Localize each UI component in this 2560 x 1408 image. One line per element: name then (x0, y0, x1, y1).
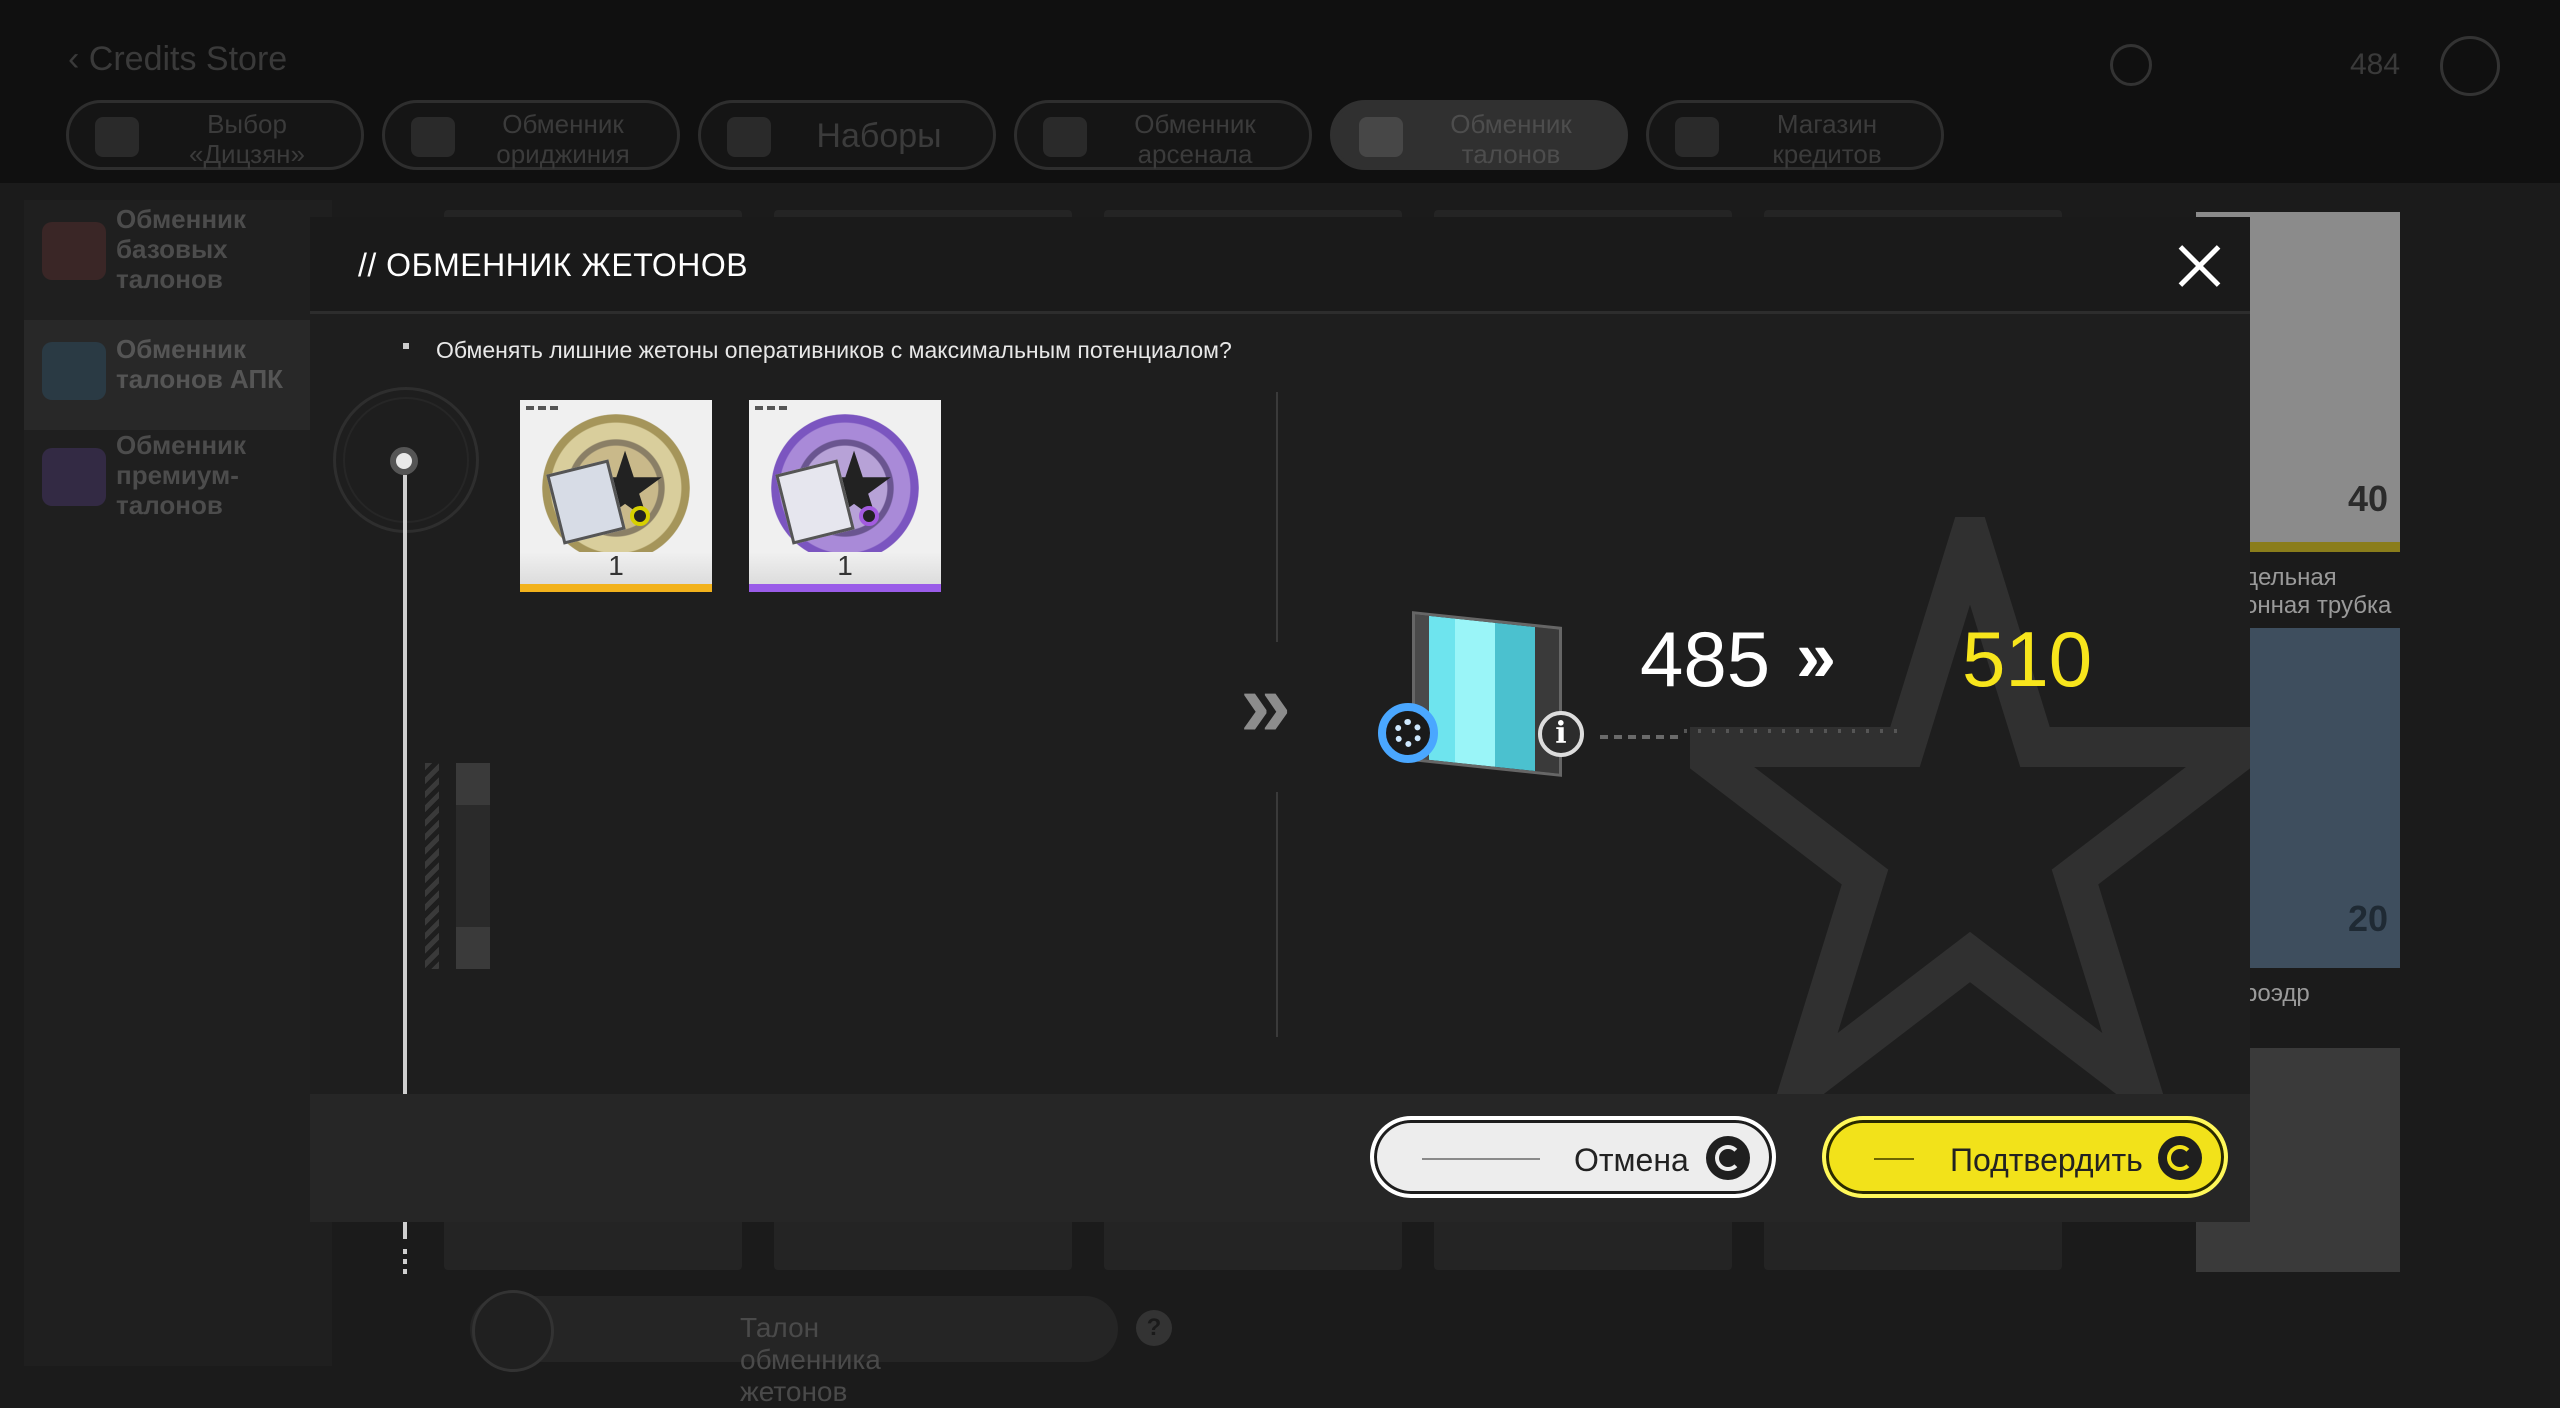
tab-label: Обменник талонов (1450, 109, 1572, 169)
operator-token-item[interactable]: ★ 1 (520, 400, 712, 592)
track-dots (403, 1249, 407, 1279)
double-chevron-icon: » (1240, 654, 1291, 756)
count-underline (1600, 735, 1684, 739)
star-emblem-icon (472, 1290, 554, 1372)
count-arrow-icon: » (1796, 617, 1837, 697)
currency-value: 484 (2350, 48, 2401, 81)
sidebar-item-label: Обменник талонов АПК (116, 334, 284, 394)
current-ticket-count: 485 (1640, 615, 1771, 703)
avatar[interactable] (2440, 36, 2500, 96)
coin-icon (2110, 44, 2152, 86)
cancel-label: Отмена (1574, 1142, 1689, 1178)
tab-bundles[interactable]: Наборы (698, 100, 996, 170)
sidebar-item-label: Обменник премиум-талонов (116, 430, 247, 520)
scroll-block-decoration (456, 763, 490, 969)
cancel-button[interactable]: Отмена (1370, 1116, 1776, 1198)
rarity-bar (749, 584, 941, 592)
crossed-swords-icon (1043, 117, 1087, 157)
confirm-button[interactable]: Подтвердить (1822, 1116, 2228, 1198)
scroll-block-top (456, 763, 490, 805)
sidebar-item-label: Обменник базовых талонов (116, 204, 247, 294)
bullet-icon (403, 343, 409, 349)
new-ticket-count: 510 (1962, 615, 2093, 703)
card-price: 40 (2347, 478, 2388, 519)
panel-divider (1276, 392, 1278, 642)
thumb-icon (95, 117, 139, 157)
token-exchange-ticket-icon (1378, 601, 1572, 781)
card-price: 20 (2347, 898, 2388, 939)
card-header-dashes (755, 406, 789, 410)
token-ticket-label: Талон обменника жетонов (740, 1312, 881, 1407)
dialog-title: // ОБМЕННИК ЖЕТОНОВ (358, 247, 749, 283)
ticket-badge-icon (1378, 703, 1438, 763)
info-icon[interactable]: i (1538, 711, 1584, 757)
confirm-label: Подтвердить (1950, 1142, 2143, 1178)
basket-icon (1359, 117, 1403, 157)
star-watermark-icon (1690, 517, 2250, 1117)
dialog-footer: Отмена Подтвердить (310, 1094, 2250, 1222)
operator-token-item[interactable]: ★ 1 (749, 400, 941, 592)
tab-label: Обменник арсенала (1134, 109, 1256, 169)
help-icon[interactable]: ? (1136, 1310, 1172, 1346)
panel-divider (1276, 792, 1278, 1037)
sidebar-item-basic-tickets[interactable]: Обменник базовых талонов (24, 200, 332, 310)
exchange-question: Обменять лишние жетоны оперативников с м… (436, 337, 1232, 363)
confirm-key-icon (2158, 1136, 2202, 1180)
premium-ticket-icon (42, 448, 106, 506)
sidebar-item-premium-tickets[interactable]: Обменник премиум-талонов (24, 426, 332, 536)
button-line-decoration (1422, 1158, 1540, 1160)
scroll-block-bottom (456, 927, 490, 969)
token-exchange-dialog: // ОБМЕННИК ЖЕТОНОВ Обменять лишние жето… (310, 217, 2250, 1279)
card-name: ...дельная ...онная трубка (2224, 564, 2392, 619)
tab-credits[interactable]: Магазин кредитов (1646, 100, 1944, 170)
tab-label: Магазин кредитов (1772, 109, 1882, 169)
bundle-icon (727, 117, 771, 157)
scroll-knob[interactable] (390, 447, 418, 475)
back-title[interactable]: ‹ Credits Store (68, 40, 287, 79)
tab-label: Обменник ориджиния (496, 109, 630, 169)
tab-label: Наборы (816, 117, 942, 155)
item-quantity: 1 (608, 550, 624, 581)
count-dots-decoration (1684, 729, 1904, 733)
sidebar: Обменник базовых талонов Обменник талоно… (24, 200, 332, 1366)
tab-dijiang[interactable]: Выбор «Дицзян» (66, 100, 364, 170)
credits-icon (1675, 117, 1719, 157)
button-line-decoration (1874, 1158, 1914, 1160)
tab-tickets[interactable]: Обменник талонов (1330, 100, 1628, 170)
tab-arsenal[interactable]: Обменник арсенала (1014, 100, 1312, 170)
app-title: Credits Store (88, 40, 288, 78)
gem-icon (630, 506, 650, 526)
sidebar-item-apc-tickets[interactable]: Обменник талонов АПК (24, 320, 332, 430)
gem-icon (859, 506, 879, 526)
card-header-dashes (526, 406, 560, 410)
currency-display: 484 (2110, 44, 2450, 86)
apc-ticket-icon (42, 342, 106, 400)
dialog-header: // ОБМЕННИК ЖЕТОНОВ (310, 217, 2250, 314)
tab-label: Выбор «Дицзян» (188, 109, 305, 169)
tab-originium[interactable]: Обменник ориджиния (382, 100, 680, 170)
ticket-canister (1412, 611, 1562, 777)
close-icon[interactable] (2176, 243, 2222, 289)
hatch-decoration (425, 763, 439, 969)
basic-ticket-icon (42, 222, 106, 280)
item-quantity: 1 (837, 550, 853, 581)
cancel-key-icon (1706, 1136, 1750, 1180)
originium-icon (411, 117, 455, 157)
rarity-bar (520, 584, 712, 592)
